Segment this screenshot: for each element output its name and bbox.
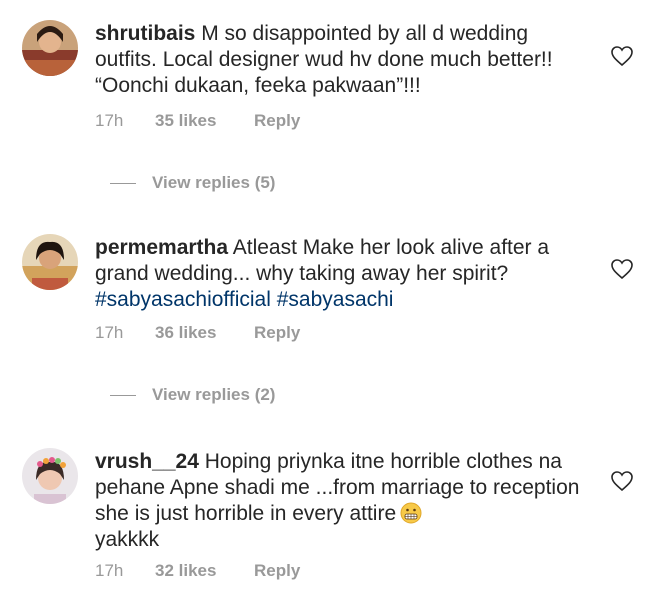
comment-text: permemartha Atleast Make her look alive … [95, 235, 580, 313]
comment-meta: 17h 35 likes Reply [95, 111, 300, 131]
timestamp: 17h [95, 323, 124, 342]
heart-icon[interactable] [610, 470, 634, 492]
comment-text: vrush__24 Hoping priynka itne horrible c… [95, 449, 580, 553]
likes-count[interactable]: 35 likes [155, 111, 254, 131]
hashtag-link[interactable]: #sabyasachiofficial [95, 288, 271, 311]
timestamp: 17h [95, 111, 124, 130]
hashtag-link[interactable]: #sabyasachi [277, 288, 394, 311]
comment-meta: 17h 32 likes Reply [95, 561, 300, 581]
view-replies-button[interactable]: View replies (5) [110, 173, 275, 193]
view-replies-label: View replies (2) [152, 385, 276, 404]
timestamp: 17h [95, 561, 124, 580]
likes-count[interactable]: 36 likes [155, 323, 254, 343]
avatar[interactable] [22, 448, 78, 504]
avatar-image [22, 234, 78, 290]
comment-body-end: yakkkk [95, 528, 160, 551]
avatar-image [22, 20, 78, 76]
likes-count[interactable]: 32 likes [155, 561, 254, 581]
avatar-image [22, 448, 78, 504]
divider-line [110, 394, 136, 396]
comment-text: shrutibais M so disappointed by all d we… [95, 21, 580, 99]
avatar[interactable] [22, 20, 78, 76]
reply-button[interactable]: Reply [254, 323, 300, 343]
username[interactable]: shrutibais [95, 22, 195, 45]
view-replies-button[interactable]: View replies (2) [110, 385, 275, 405]
divider-line [110, 182, 136, 184]
username[interactable]: permemartha [95, 236, 228, 259]
username[interactable]: vrush__24 [95, 450, 199, 473]
reply-button[interactable]: Reply [254, 561, 300, 581]
comment-meta: 17h 36 likes Reply [95, 323, 300, 343]
view-replies-label: View replies (5) [152, 173, 276, 192]
avatar[interactable] [22, 234, 78, 290]
reply-button[interactable]: Reply [254, 111, 300, 131]
heart-icon[interactable] [610, 258, 634, 280]
grimacing-face-emoji [400, 502, 422, 524]
heart-icon[interactable] [610, 45, 634, 67]
